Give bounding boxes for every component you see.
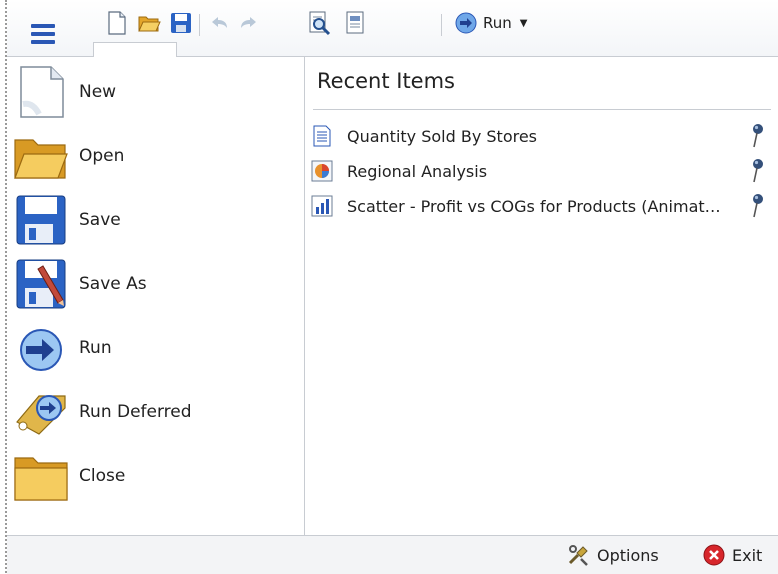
options-icon (568, 545, 588, 566)
command-label: Open (79, 146, 125, 166)
bottom-bar: Options Exit (7, 535, 778, 574)
command-list: New Open Save Save As Run Run Deferred C… (7, 57, 305, 535)
bar-chart-icon (311, 195, 333, 217)
run-dropdown-button[interactable]: Run ▼ (455, 10, 527, 36)
command-label: Save As (79, 274, 147, 294)
toolbar-separator (441, 14, 442, 36)
run-label: Run (483, 14, 512, 32)
chart-report-icon (311, 160, 333, 182)
recent-item[interactable]: Scatter - Profit vs COGs for Products (A… (311, 191, 771, 221)
new-document-icon (20, 66, 64, 118)
exit-icon (703, 544, 725, 566)
command-run-deferred[interactable]: Run Deferred (13, 384, 293, 440)
command-label: New (79, 82, 117, 102)
new-document-icon[interactable] (105, 10, 129, 36)
recent-item[interactable]: Quantity Sold By Stores (311, 121, 771, 151)
command-label: Run Deferred (79, 402, 192, 422)
recent-item[interactable]: Regional Analysis (311, 156, 771, 186)
command-save[interactable]: Save (13, 192, 293, 248)
run-icon (455, 12, 477, 34)
pin-icon[interactable] (749, 193, 765, 219)
recent-item-label: Scatter - Profit vs COGs for Products (A… (347, 196, 727, 216)
close-folder-icon (14, 457, 68, 501)
open-folder-icon (14, 139, 68, 179)
exit-label: Exit (732, 545, 763, 565)
undo-icon[interactable] (207, 10, 231, 36)
options-label: Options (597, 545, 659, 565)
command-label: Run (79, 338, 112, 358)
recent-item-label: Quantity Sold By Stores (347, 126, 538, 146)
pin-icon[interactable] (749, 158, 765, 184)
application-menu-button[interactable] (25, 22, 65, 52)
redo-icon[interactable] (237, 10, 261, 36)
app-window: Run ▼ New Open Save Save As Run Run Defe… (5, 0, 778, 574)
recent-items-title: Recent Items (317, 69, 455, 93)
command-label: Close (79, 466, 126, 486)
recent-item-label: Regional Analysis (347, 161, 488, 181)
report-document-icon (313, 125, 331, 147)
save-icon[interactable] (169, 10, 193, 36)
save-icon (16, 195, 66, 245)
command-run[interactable]: Run (13, 320, 293, 376)
exit-button[interactable]: Exit (702, 542, 762, 568)
divider (313, 109, 771, 110)
save-as-icon (16, 259, 66, 309)
pin-icon[interactable] (749, 123, 765, 149)
command-save-as[interactable]: Save As (13, 256, 293, 312)
preview-icon[interactable] (307, 10, 331, 36)
open-folder-icon[interactable] (137, 10, 161, 36)
toolbar-separator (199, 14, 200, 36)
application-menu-tab (93, 42, 177, 57)
options-button[interactable]: Options (567, 542, 659, 568)
run-icon (20, 329, 62, 371)
properties-icon[interactable] (343, 10, 367, 36)
chevron-down-icon: ▼ (519, 17, 528, 29)
command-new[interactable]: New (13, 64, 293, 120)
run-deferred-icon (16, 395, 66, 435)
recent-items-panel: Recent Items Quantity Sold By Stores Reg… (305, 57, 778, 535)
quick-access-toolbar: Run ▼ (7, 0, 778, 57)
command-label: Save (79, 210, 121, 230)
command-close[interactable]: Close (13, 448, 293, 504)
command-open[interactable]: Open (13, 128, 293, 184)
